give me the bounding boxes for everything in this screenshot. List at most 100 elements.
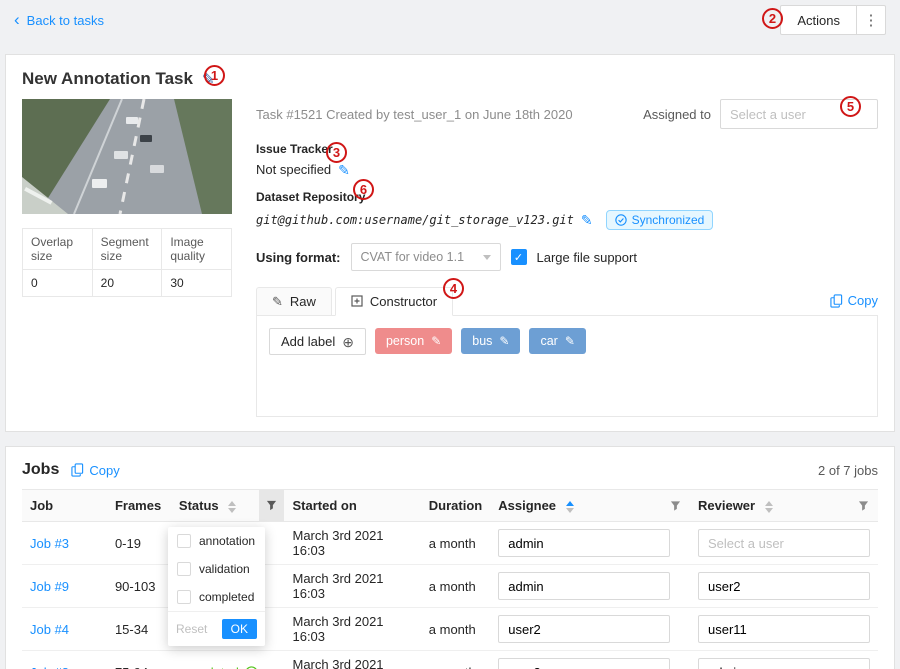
label-pill-bus[interactable]: bus ✎ xyxy=(461,328,520,354)
assignee-sort-button[interactable] xyxy=(566,501,574,513)
edit-label-icon[interactable]: ✎ xyxy=(431,335,441,347)
status-sort-button[interactable] xyxy=(228,501,236,513)
add-label-text: Add label xyxy=(281,334,335,349)
job-link[interactable]: Job #8 xyxy=(30,665,69,669)
column-frames: Frames xyxy=(107,490,171,522)
filter-option-label: validation xyxy=(199,562,250,576)
large-file-support-checkbox[interactable]: ✓ xyxy=(511,249,527,265)
funnel-icon xyxy=(266,500,277,511)
plus-circle-icon: ⊕ xyxy=(342,335,354,349)
started-cell: March 3rd 2021 16:03 xyxy=(292,614,383,644)
status-filter-button[interactable] xyxy=(259,490,284,521)
task-params-table: Overlap size Segment size Image quality … xyxy=(22,228,232,297)
status-completed-text: completed xyxy=(179,665,239,669)
callout-2: 2 xyxy=(762,8,783,29)
back-to-tasks-link[interactable]: ‹ Back to tasks xyxy=(14,12,104,29)
edit-label-icon[interactable]: ✎ xyxy=(565,335,575,347)
task-right-column: Task #1521 Created by test_user_1 on Jun… xyxy=(256,99,878,417)
actions-menu-button[interactable]: ⋮ xyxy=(856,5,886,35)
assignee-select[interactable] xyxy=(498,615,670,643)
param-value-segment: 20 xyxy=(92,270,162,297)
issue-tracker-value-row: Not specified ✎ xyxy=(256,162,878,177)
page-title: New Annotation Task xyxy=(22,69,193,89)
filter-option-completed[interactable]: completed xyxy=(168,583,265,611)
task-card: New Annotation Task ✎ xyxy=(5,54,895,432)
jobs-header: Jobs Copy 2 of 7 jobs xyxy=(22,461,878,479)
task-body: Overlap size Segment size Image quality … xyxy=(22,99,878,417)
label-pill-person-text: person xyxy=(386,334,424,348)
frames-cell: 0-19 xyxy=(115,536,141,551)
filter-option-validation[interactable]: validation xyxy=(168,555,265,583)
check-circle-icon xyxy=(615,214,627,226)
column-assignee: Assignee xyxy=(490,490,690,522)
reviewer-select[interactable] xyxy=(698,529,870,557)
job-link[interactable]: Job #9 xyxy=(30,579,69,594)
task-left-column: Overlap size Segment size Image quality … xyxy=(22,99,232,417)
column-status-label: Status xyxy=(179,498,219,513)
tab-raw[interactable]: ✎ Raw xyxy=(256,287,332,316)
callout-1: 1 xyxy=(204,65,225,86)
label-pill-bus-text: bus xyxy=(472,334,492,348)
road-scene-preview xyxy=(22,99,232,214)
label-pill-person[interactable]: person ✎ xyxy=(375,328,452,354)
filter-reset-button[interactable]: Reset xyxy=(176,622,207,636)
reviewer-select[interactable] xyxy=(698,658,870,669)
param-value-quality: 30 xyxy=(162,270,232,297)
started-cell: March 3rd 2021 16:03 xyxy=(292,528,383,558)
add-label-button[interactable]: Add label ⊕ xyxy=(269,328,366,355)
assignee-select[interactable] xyxy=(498,572,670,600)
checkbox-unchecked[interactable] xyxy=(177,562,191,576)
label-pill-car[interactable]: car ✎ xyxy=(529,328,585,354)
callout-3: 3 xyxy=(326,142,347,163)
assignee-select[interactable] xyxy=(498,529,670,557)
assignee-select[interactable] xyxy=(498,658,670,669)
jobs-copy-label: Copy xyxy=(89,463,119,478)
column-reviewer: Reviewer xyxy=(690,490,878,522)
jobs-copy-link[interactable]: Copy xyxy=(71,463,119,478)
checkbox-unchecked[interactable] xyxy=(177,590,191,604)
filter-option-label: annotation xyxy=(199,534,255,548)
column-started: Started on xyxy=(284,490,420,522)
actions-button[interactable]: Actions xyxy=(780,5,857,35)
job-link[interactable]: Job #3 xyxy=(30,536,69,551)
job-link[interactable]: Job #4 xyxy=(30,622,69,637)
chevron-down-icon xyxy=(483,255,491,260)
column-duration-label: Duration xyxy=(429,498,482,513)
frames-cell: 15-34 xyxy=(115,622,148,637)
task-title-row: New Annotation Task ✎ xyxy=(22,69,878,89)
jobs-count: 2 of 7 jobs xyxy=(818,463,878,478)
reviewer-sort-button[interactable] xyxy=(765,501,773,513)
check-circle-icon xyxy=(245,666,258,669)
reviewer-select[interactable] xyxy=(698,615,870,643)
tab-constructor[interactable]: Constructor xyxy=(335,287,453,316)
column-job-label: Job xyxy=(30,498,53,513)
labels-copy-link[interactable]: Copy xyxy=(830,293,878,308)
duration-cell: a month xyxy=(429,622,476,637)
assignee-filter-button[interactable] xyxy=(670,500,681,511)
format-select[interactable]: CVAT for video 1.1 xyxy=(351,243,501,271)
issue-tracker-label: Issue Tracker xyxy=(256,142,878,156)
dataset-repository-url[interactable]: git@github.com:username/git_storage_v123… xyxy=(256,213,574,227)
task-preview-image xyxy=(22,99,232,214)
format-selected-value: CVAT for video 1.1 xyxy=(361,250,465,264)
edit-repository-icon[interactable]: ✎ xyxy=(581,213,593,227)
pencil-icon: ✎ xyxy=(272,295,283,308)
column-assignee-label: Assignee xyxy=(498,498,556,513)
checkbox-unchecked[interactable] xyxy=(177,534,191,548)
filter-ok-button[interactable]: OK xyxy=(222,619,257,639)
labels-copy-label: Copy xyxy=(848,293,878,308)
edit-label-icon[interactable]: ✎ xyxy=(499,335,509,347)
funnel-icon xyxy=(858,500,869,511)
param-value-overlap: 0 xyxy=(23,270,93,297)
reviewer-select[interactable] xyxy=(698,572,870,600)
tab-constructor-label: Constructor xyxy=(370,294,437,309)
reviewer-filter-button[interactable] xyxy=(858,500,869,511)
column-status: Status xyxy=(171,490,285,522)
table-row: Job #8 75-94 completed March 3rd 2021 16… xyxy=(22,651,878,669)
back-chevron-icon: ‹ xyxy=(14,11,20,28)
frames-cell: 90-103 xyxy=(115,579,155,594)
filter-option-annotation[interactable]: annotation xyxy=(168,527,265,555)
duration-cell: a month xyxy=(429,665,476,669)
edit-issue-tracker-icon[interactable]: ✎ xyxy=(338,163,350,177)
sync-status-text: Synchronized xyxy=(632,213,705,227)
